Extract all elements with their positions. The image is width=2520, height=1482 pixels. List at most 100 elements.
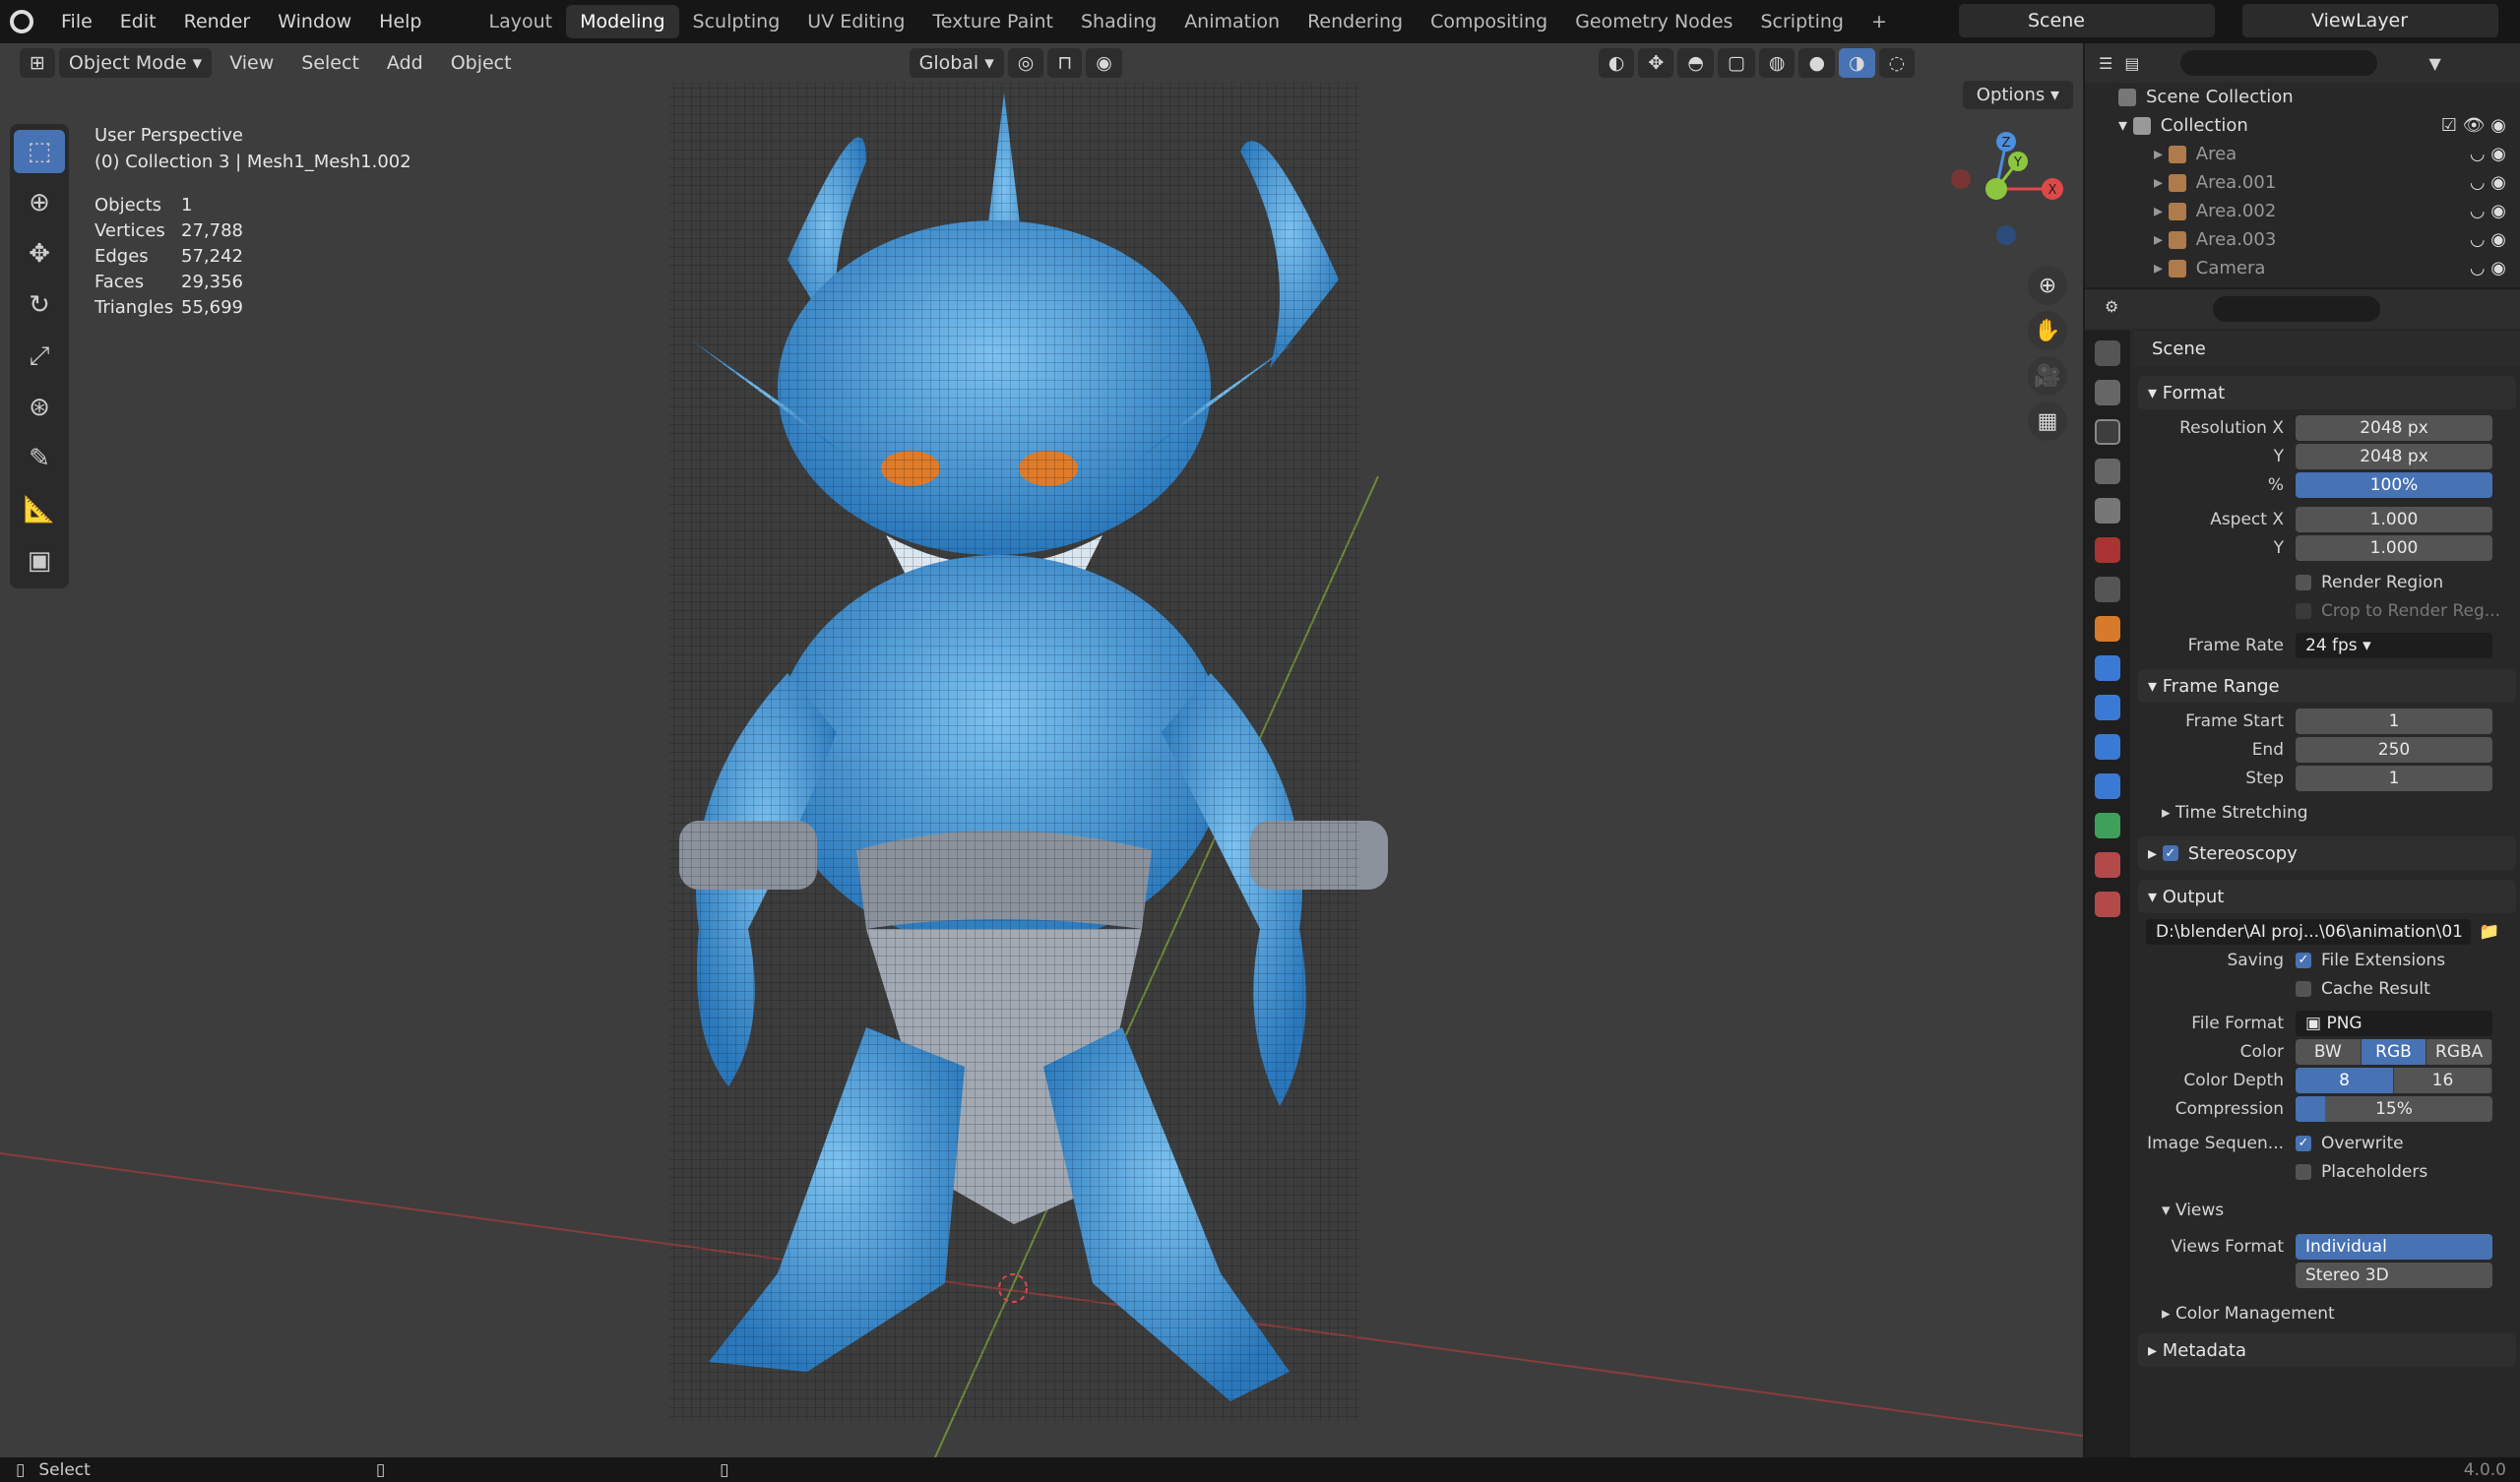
pivot-icon[interactable]: ◎ <box>1007 48 1044 78</box>
move-tool-icon[interactable]: ✥ <box>14 232 65 276</box>
shading-wireframe-icon[interactable]: ◍ <box>1758 48 1796 78</box>
transform-tool-icon[interactable]: ⊛ <box>14 386 65 429</box>
options-dropdown[interactable]: Options ▾ <box>1962 81 2073 109</box>
outliner-item[interactable]: ▸ Area.002 ◡ ◉ <box>2085 197 2520 225</box>
tab-scripting[interactable]: Scripting <box>1746 5 1858 38</box>
xray-icon[interactable]: ▢ <box>1717 48 1755 78</box>
properties-search-input[interactable] <box>2213 296 2380 322</box>
visibility-toggles[interactable]: ◡ ◉ <box>2470 144 2506 164</box>
resolution-y-field[interactable]: 2048 px <box>2296 443 2492 469</box>
tab-texture-paint[interactable]: Texture Paint <box>918 5 1067 38</box>
output-section-header[interactable]: ▾ Output <box>2138 880 2516 913</box>
tool-tab-icon[interactable] <box>2095 340 2120 366</box>
cache-result-checkbox[interactable] <box>2296 980 2311 997</box>
compression-slider[interactable]: 15% <box>2296 1095 2492 1122</box>
visibility-toggles[interactable]: ☑ 👁 ◉ <box>2441 115 2506 136</box>
menu-select[interactable]: Select <box>287 52 373 74</box>
tab-uv-editing[interactable]: UV Editing <box>793 5 918 38</box>
object-tab-icon[interactable] <box>2095 616 2120 642</box>
depth-16-option[interactable]: 16 <box>2394 1067 2492 1093</box>
add-cube-tool-icon[interactable]: ▣ <box>14 539 65 583</box>
proportional-edit-icon[interactable]: ◉ <box>1086 48 1122 78</box>
visibility-icon[interactable]: ◐ <box>1598 48 1635 78</box>
render-region-checkbox[interactable] <box>2296 574 2311 590</box>
visibility-toggles[interactable]: ◡ ◉ <box>2470 258 2506 278</box>
file-format-dropdown[interactable]: ▣ PNG <box>2296 1010 2492 1036</box>
measure-tool-icon[interactable]: 📐 <box>14 488 65 531</box>
frame-step-field[interactable]: 1 <box>2296 765 2492 791</box>
visibility-toggles[interactable]: ◡ ◉ <box>2470 172 2506 193</box>
outliner-collection[interactable]: ▾ Collection ☑ 👁 ◉ <box>2085 111 2520 140</box>
overlay-toggle-icon[interactable]: ◓ <box>1677 48 1714 78</box>
frame-range-section-header[interactable]: ▾ Frame Range <box>2138 669 2516 703</box>
scene-tab-icon[interactable] <box>2095 498 2120 524</box>
views-subsection[interactable]: ▾ Views <box>2138 1196 2516 1224</box>
tab-rendering[interactable]: Rendering <box>1293 5 1417 38</box>
menu-add[interactable]: Add <box>373 52 437 74</box>
rotate-tool-icon[interactable]: ↻ <box>14 283 65 327</box>
outliner-item[interactable]: ▸ Area.003 ◡ ◉ <box>2085 225 2520 254</box>
outliner-item[interactable]: ▸ Area ◡ ◉ <box>2085 140 2520 168</box>
add-workspace-button[interactable]: + <box>1858 5 1901 38</box>
menu-render[interactable]: Render <box>170 11 265 32</box>
outliner-item[interactable]: ▸ Area.001 ◡ ◉ <box>2085 168 2520 197</box>
tab-modeling[interactable]: Modeling <box>566 5 679 38</box>
modifier-tab-icon[interactable] <box>2095 655 2120 681</box>
properties-editor-icon[interactable]: ⚙ <box>2105 297 2118 316</box>
snap-icon[interactable]: ⊓ <box>1047 48 1083 78</box>
frame-start-field[interactable]: 1 <box>2296 708 2492 734</box>
menu-file[interactable]: File <box>47 11 106 32</box>
shading-material-icon[interactable]: ◑ <box>1839 48 1875 78</box>
zoom-icon[interactable]: ⊕ <box>2028 266 2067 305</box>
resolution-x-field[interactable]: 2048 px <box>2296 414 2492 441</box>
material-tab-icon[interactable] <box>2095 852 2120 878</box>
color-rgb-option[interactable]: RGB <box>2361 1038 2427 1065</box>
camera-view-icon[interactable]: 🎥 <box>2028 356 2067 396</box>
view-layer-tab-icon[interactable] <box>2095 459 2120 484</box>
menu-object[interactable]: Object <box>437 52 526 74</box>
gizmo-toggle-icon[interactable]: ✥ <box>1638 48 1674 78</box>
views-individual-option[interactable]: Individual <box>2296 1233 2492 1260</box>
select-box-tool-icon[interactable]: ⬚ <box>14 130 65 173</box>
render-tab-icon[interactable] <box>2095 380 2120 405</box>
visibility-toggles[interactable]: ◡ ◉ <box>2470 229 2506 250</box>
menu-window[interactable]: Window <box>264 11 365 32</box>
editor-type-icon[interactable]: ⊞ <box>20 48 55 78</box>
constraints-tab-icon[interactable] <box>2095 773 2120 799</box>
physics-tab-icon[interactable] <box>2095 734 2120 760</box>
data-tab-icon[interactable] <box>2095 813 2120 838</box>
color-management-subsection[interactable]: ▸ Color Management <box>2138 1299 2516 1328</box>
color-rgba-option[interactable]: RGBA <box>2426 1038 2492 1065</box>
world-tab-icon[interactable] <box>2095 537 2120 563</box>
tab-compositing[interactable]: Compositing <box>1417 5 1561 38</box>
view-layer-selector[interactable]: ViewLayer <box>2242 4 2498 37</box>
annotate-tool-icon[interactable]: ✎ <box>14 437 65 480</box>
aspect-y-field[interactable]: 1.000 <box>2296 534 2492 561</box>
3d-viewport[interactable]: ⊞ Object Mode ▾ View Select Add Object G… <box>0 43 2083 1457</box>
tab-geometry-nodes[interactable]: Geometry Nodes <box>1561 5 1746 38</box>
filter-icon[interactable]: ▼ <box>2428 54 2440 73</box>
collection-tab-icon[interactable] <box>2095 577 2120 602</box>
visibility-toggles[interactable]: ◡ ◉ <box>2470 201 2506 221</box>
tab-sculpting[interactable]: Sculpting <box>679 5 794 38</box>
format-section-header[interactable]: ▾ Format <box>2138 376 2516 409</box>
menu-view[interactable]: View <box>216 52 287 74</box>
aspect-x-field[interactable]: 1.000 <box>2296 506 2492 532</box>
stereoscopy-section-header[interactable]: ▸ ✓ Stereoscopy <box>2138 836 2516 870</box>
resolution-percent-field[interactable]: 100% <box>2296 471 2492 498</box>
menu-edit[interactable]: Edit <box>106 11 170 32</box>
frame-rate-dropdown[interactable]: 24 fps ▾ <box>2296 632 2492 658</box>
tab-animation[interactable]: Animation <box>1170 5 1293 38</box>
shading-solid-icon[interactable]: ● <box>1798 48 1836 78</box>
metadata-section-header[interactable]: ▸ Metadata <box>2138 1333 2516 1367</box>
depth-8-option[interactable]: 8 <box>2296 1067 2394 1093</box>
outliner-editor-icon[interactable]: ☰ <box>2099 54 2112 73</box>
shading-rendered-icon[interactable]: ◌ <box>1878 48 1916 78</box>
texture-tab-icon[interactable] <box>2095 892 2120 917</box>
perspective-toggle-icon[interactable]: ▦ <box>2028 401 2067 441</box>
pan-hand-icon[interactable]: ✋ <box>2028 311 2067 350</box>
blender-logo-icon[interactable] <box>10 10 33 33</box>
frame-end-field[interactable]: 250 <box>2296 736 2492 763</box>
output-tab-icon[interactable] <box>2095 419 2120 445</box>
views-stereo-option[interactable]: Stereo 3D <box>2296 1262 2492 1288</box>
